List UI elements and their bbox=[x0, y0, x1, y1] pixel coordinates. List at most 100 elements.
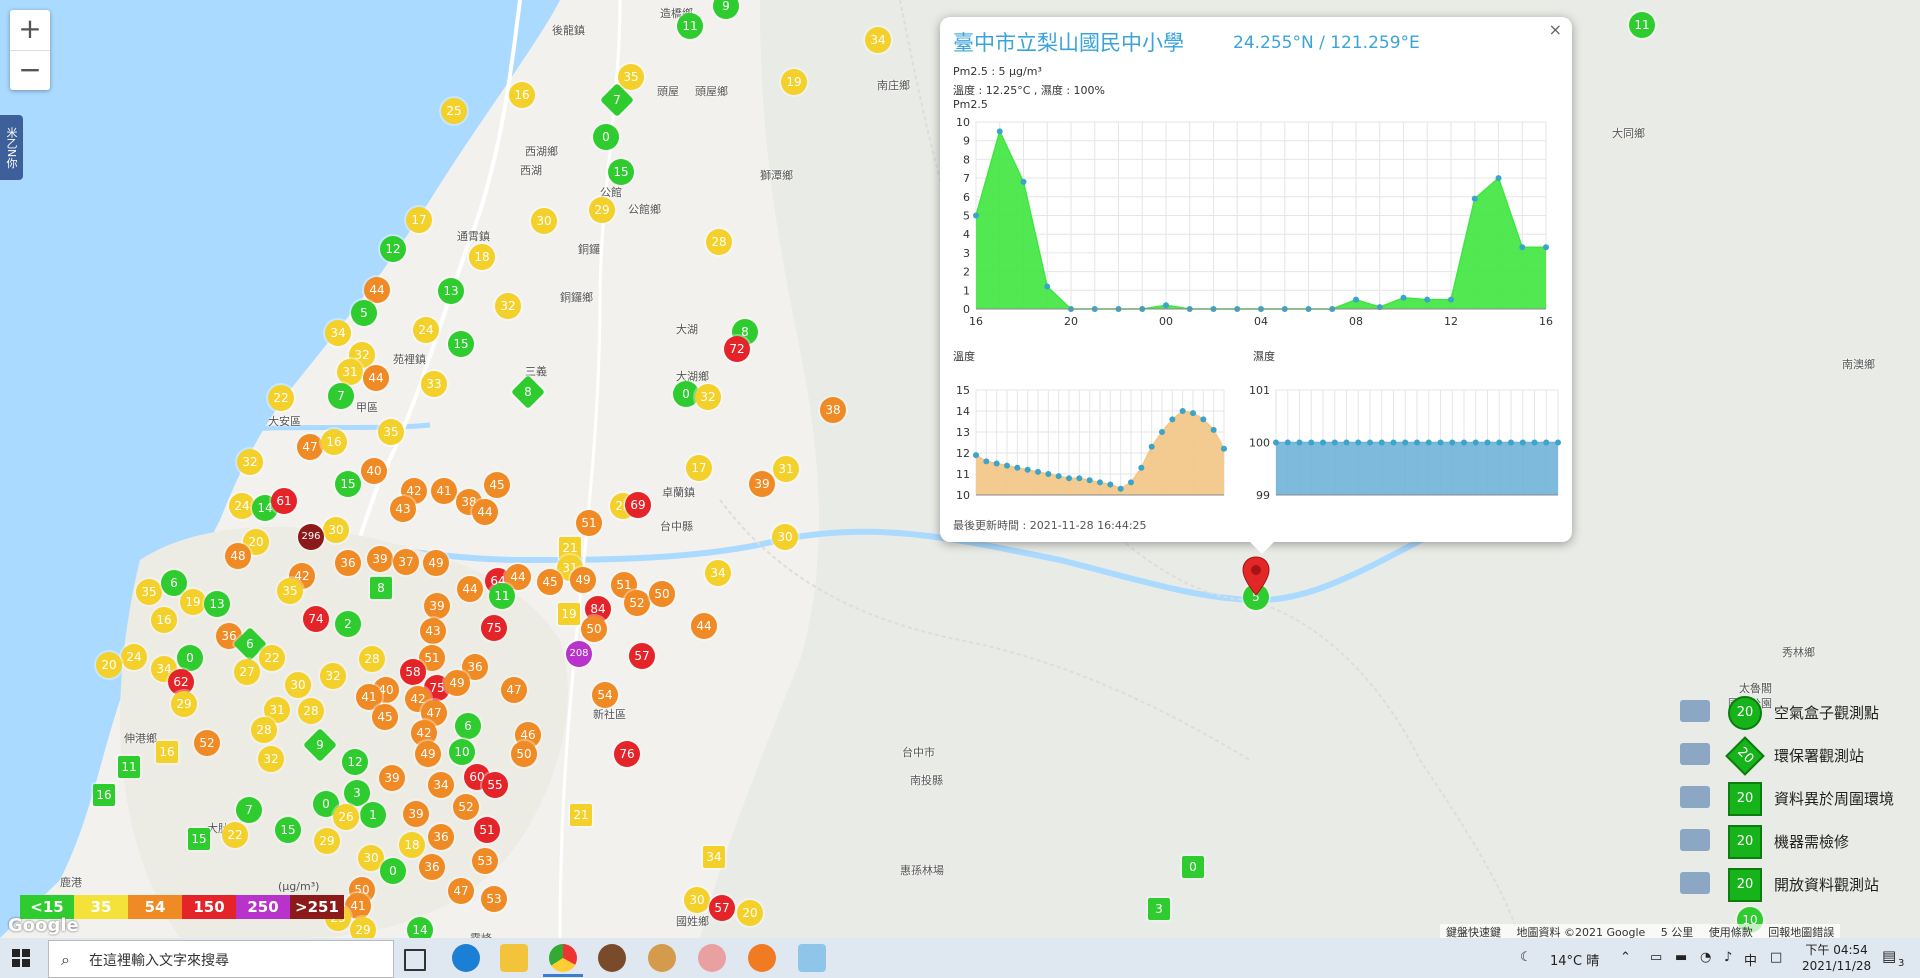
station-marker[interactable]: 35 bbox=[378, 419, 404, 445]
station-marker[interactable]: 54 bbox=[592, 682, 618, 708]
station-marker[interactable]: 47 bbox=[501, 677, 527, 703]
station-marker[interactable]: 32 bbox=[695, 384, 721, 410]
station-marker[interactable]: 69 bbox=[625, 492, 651, 518]
station-marker[interactable]: 15 bbox=[335, 471, 361, 497]
station-marker[interactable]: 18 bbox=[469, 244, 495, 270]
station-marker[interactable]: 72 bbox=[724, 336, 750, 362]
station-marker[interactable]: 13 bbox=[204, 591, 230, 617]
station-marker[interactable]: 15 bbox=[608, 159, 634, 185]
station-marker[interactable]: 36 bbox=[335, 550, 361, 576]
station-marker[interactable]: 52 bbox=[194, 730, 220, 756]
tray-network-icon[interactable]: ▭ bbox=[1650, 950, 1662, 965]
station-marker[interactable]: 14 bbox=[407, 917, 433, 938]
station-marker[interactable]: 0 bbox=[177, 645, 203, 671]
notification-center-icon[interactable]: ▤ bbox=[1882, 947, 1896, 965]
station-marker[interactable]: 12 bbox=[342, 749, 368, 775]
station-marker[interactable]: 34 bbox=[865, 27, 891, 53]
station-marker[interactable]: 31 bbox=[337, 359, 363, 385]
station-marker[interactable]: 19 bbox=[781, 69, 807, 95]
station-marker[interactable]: 3 bbox=[344, 780, 370, 806]
station-marker[interactable]: 30 bbox=[684, 887, 710, 913]
station-marker[interactable]: 45 bbox=[372, 704, 398, 730]
station-marker[interactable]: 296 bbox=[298, 524, 324, 550]
station-marker[interactable]: 33 bbox=[421, 371, 447, 397]
station-marker[interactable]: 48 bbox=[225, 543, 251, 569]
keyboard-shortcuts-link[interactable]: 鍵盤快速鍵 bbox=[1446, 926, 1501, 938]
station-marker[interactable]: 44 bbox=[472, 499, 498, 525]
station-marker[interactable]: 35 bbox=[136, 579, 162, 605]
station-marker[interactable]: 43 bbox=[390, 496, 416, 522]
station-marker[interactable]: 20 bbox=[96, 652, 122, 678]
ime-indicator[interactable]: 中 bbox=[1744, 950, 1757, 969]
station-marker[interactable]: 76 bbox=[614, 741, 640, 767]
station-marker[interactable]: 19 bbox=[180, 589, 206, 615]
station-marker[interactable]: 9 bbox=[303, 728, 337, 762]
edge-browser-icon[interactable] bbox=[452, 944, 480, 972]
station-marker[interactable]: 19 bbox=[558, 603, 580, 625]
taskbar-clock[interactable]: 下午 04:54 2021/11/28 bbox=[1802, 942, 1871, 974]
station-marker[interactable]: 7 bbox=[236, 797, 262, 823]
station-marker[interactable]: 16 bbox=[151, 607, 177, 633]
station-marker[interactable]: 55 bbox=[482, 772, 508, 798]
station-marker[interactable]: 53 bbox=[481, 886, 507, 912]
station-marker[interactable]: 28 bbox=[251, 717, 277, 743]
station-marker[interactable]: 51 bbox=[576, 510, 602, 536]
taskbar-search-box[interactable]: ⌕ 在這裡輸入文字來搜尋 bbox=[48, 940, 394, 978]
station-marker[interactable]: 40 bbox=[361, 458, 387, 484]
station-marker[interactable]: 0 bbox=[593, 124, 619, 150]
station-marker[interactable]: 11 bbox=[1629, 12, 1655, 38]
station-marker[interactable]: 39 bbox=[379, 765, 405, 791]
station-marker[interactable]: 208 bbox=[566, 641, 592, 667]
station-marker[interactable]: 45 bbox=[484, 472, 510, 498]
station-marker[interactable]: 11 bbox=[118, 756, 140, 778]
station-marker[interactable]: 44 bbox=[457, 576, 483, 602]
tray-volume-icon[interactable]: ♪ bbox=[1724, 950, 1732, 965]
station-marker[interactable]: 16 bbox=[93, 784, 115, 806]
station-marker[interactable]: 50 bbox=[649, 581, 675, 607]
station-marker[interactable]: 34 bbox=[428, 772, 454, 798]
station-marker[interactable]: 30 bbox=[772, 524, 798, 550]
ime-mode-icon[interactable]: □ bbox=[1770, 950, 1782, 965]
station-marker[interactable]: 17 bbox=[686, 455, 712, 481]
station-marker[interactable]: 11 bbox=[677, 13, 703, 39]
station-marker[interactable]: 49 bbox=[570, 567, 596, 593]
station-marker[interactable]: 7 bbox=[600, 83, 634, 117]
app-icon-3[interactable] bbox=[698, 944, 726, 972]
station-marker[interactable]: 29 bbox=[171, 691, 197, 717]
station-marker[interactable]: 5 bbox=[351, 300, 377, 326]
tray-wifi-icon[interactable]: ◔ bbox=[1700, 950, 1711, 965]
station-marker[interactable]: 3 bbox=[1148, 898, 1170, 920]
scale-distance[interactable]: 5 公里 bbox=[1661, 926, 1694, 938]
station-marker[interactable]: 28 bbox=[298, 698, 324, 724]
station-marker[interactable]: 74 bbox=[303, 606, 329, 632]
zoom-in-button[interactable]: + bbox=[10, 10, 50, 50]
station-marker[interactable]: 43 bbox=[420, 618, 446, 644]
station-marker[interactable]: 13 bbox=[438, 278, 464, 304]
station-marker[interactable]: 39 bbox=[424, 593, 450, 619]
station-marker[interactable]: 39 bbox=[749, 471, 775, 497]
tray-chevron-up-icon[interactable]: ⌃ bbox=[1620, 950, 1631, 965]
windows-start-icon[interactable] bbox=[12, 949, 30, 967]
station-marker[interactable]: 47 bbox=[297, 434, 323, 460]
report-error-link[interactable]: 回報地圖錯誤 bbox=[1768, 926, 1834, 938]
station-marker[interactable]: 52 bbox=[624, 590, 650, 616]
station-marker[interactable]: 30 bbox=[323, 517, 349, 543]
station-marker[interactable]: 39 bbox=[367, 546, 393, 572]
station-marker[interactable]: 34 bbox=[705, 560, 731, 586]
station-marker[interactable]: 16 bbox=[509, 82, 535, 108]
station-marker[interactable]: 20 bbox=[737, 900, 763, 926]
station-marker[interactable]: 22 bbox=[222, 822, 248, 848]
station-marker[interactable]: 16 bbox=[321, 429, 347, 455]
station-marker[interactable]: 32 bbox=[495, 293, 521, 319]
task-view-icon[interactable] bbox=[404, 949, 426, 971]
station-marker[interactable]: 75 bbox=[481, 615, 507, 641]
station-marker[interactable]: 29 bbox=[589, 197, 615, 223]
station-marker[interactable]: 38 bbox=[820, 397, 846, 423]
station-marker[interactable]: 52 bbox=[453, 794, 479, 820]
station-marker[interactable]: 21 bbox=[570, 804, 592, 826]
station-marker[interactable]: 44 bbox=[691, 613, 717, 639]
file-explorer-icon[interactable] bbox=[500, 944, 528, 972]
station-marker[interactable]: 22 bbox=[259, 645, 285, 671]
station-marker[interactable]: 6 bbox=[455, 713, 481, 739]
station-marker[interactable]: 10 bbox=[449, 739, 475, 765]
